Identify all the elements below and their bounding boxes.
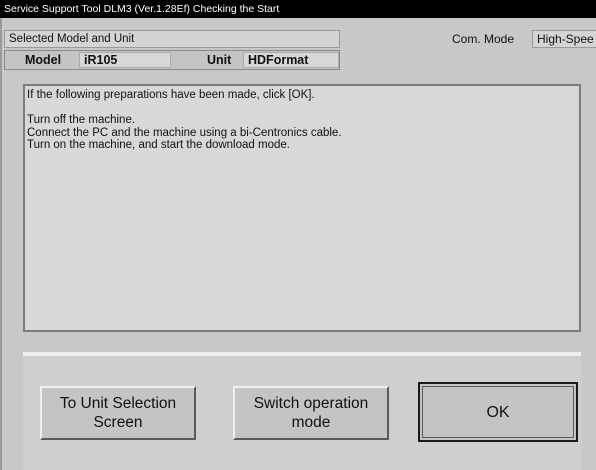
instruction-message-box: If the following preparations have been … xyxy=(23,84,581,332)
com-mode-value: High-Spee xyxy=(532,30,596,48)
checking-start-window: Service Support Tool DLM3 (Ver.1.28Ef) C… xyxy=(0,0,596,470)
selected-model-unit-label: Selected Model and Unit xyxy=(4,30,340,48)
message-line: If the following preparations have been … xyxy=(27,89,315,101)
window-title: Service Support Tool DLM3 (Ver.1.28Ef) C… xyxy=(0,0,596,18)
message-line: Connect the PC and the machine using a b… xyxy=(27,126,342,139)
ok-button-label: OK xyxy=(486,403,510,421)
button-panel: To Unit Selection Screen Switch operatio… xyxy=(23,352,581,470)
button-label-line: Switch operation xyxy=(253,395,369,412)
button-label-line: To Unit Selection xyxy=(59,395,177,412)
com-mode-label: Com. Mode xyxy=(452,32,515,46)
button-label-line: Screen xyxy=(93,414,143,431)
message-line xyxy=(27,102,579,115)
switch-operation-mode-button[interactable]: Switch operation mode xyxy=(233,386,389,440)
message-line: Turn on the machine, and start the downl… xyxy=(27,139,290,151)
model-label: Model xyxy=(25,53,62,67)
button-label-line: mode xyxy=(291,414,331,431)
unit-label: Unit xyxy=(207,53,232,67)
unit-value: HDFormat xyxy=(243,52,339,68)
model-value: iR105 xyxy=(79,52,171,68)
to-unit-selection-screen-button[interactable]: To Unit Selection Screen xyxy=(40,386,196,440)
ok-button[interactable]: OK xyxy=(418,382,578,442)
message-line: Turn off the machine. xyxy=(27,114,136,126)
model-unit-row: Model iR105 Unit HDFormat xyxy=(4,50,340,70)
window-left-border xyxy=(0,18,2,470)
